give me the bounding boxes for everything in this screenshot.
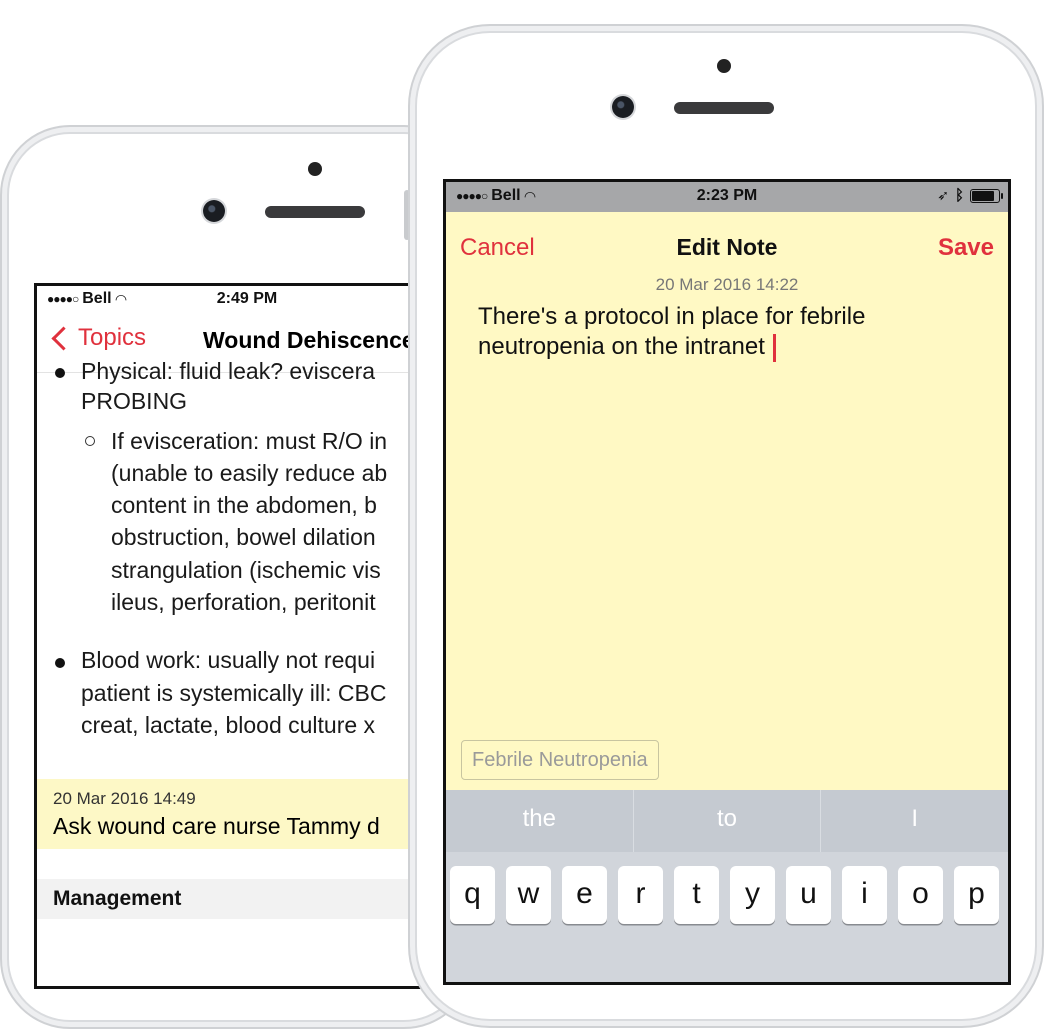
earpiece-speaker <box>674 102 774 114</box>
back-button-label: Topics <box>78 324 147 351</box>
content-line: obstruction, bowel dilation <box>111 524 376 550</box>
front-phone-screen: ●●●●○ Bell ◠ 2:23 PM ➶ ᛒ Cancel Edit Not… <box>443 179 1011 985</box>
key-t[interactable]: t <box>674 866 719 924</box>
suggestion-item[interactable]: the <box>446 790 634 852</box>
save-button[interactable]: Save <box>938 234 994 262</box>
key-e[interactable]: e <box>562 866 607 924</box>
location-arrow-icon: ➶ <box>937 187 949 203</box>
content-line: patient is systemically ill: CBC <box>81 680 387 706</box>
status-time: 2:49 PM <box>216 290 278 307</box>
content-line: If evisceration: must R/O in <box>111 428 388 454</box>
content-line: content in the abdomen, b <box>111 492 377 518</box>
key-u[interactable]: u <box>786 866 831 924</box>
text-cursor <box>772 333 776 362</box>
back-button[interactable]: Topics <box>49 324 146 352</box>
keyboard-row: q w e r t y u i o p <box>450 866 999 924</box>
content-line: (unable to easily reduce ab <box>111 460 388 486</box>
section-header: Management <box>37 879 457 919</box>
bullet <box>55 368 65 378</box>
keyboard: the to I q w e r t y u i o p <box>446 790 1008 982</box>
status-time: 2:23 PM <box>696 187 758 204</box>
status-bar: ●●●●○ Bell ◠ 2:49 PM <box>37 288 457 312</box>
chevron-left-icon <box>51 325 76 351</box>
key-o[interactable]: o <box>898 866 943 924</box>
key-q[interactable]: q <box>450 866 495 924</box>
front-camera <box>612 96 634 118</box>
note-text-input[interactable]: There's a protocol in place for febrile … <box>478 302 948 362</box>
content-line: strangulation (ischemic vis <box>111 557 381 583</box>
key-r[interactable]: r <box>618 866 663 924</box>
bluetooth-icon: ᛒ <box>954 187 964 204</box>
key-i[interactable]: i <box>842 866 887 924</box>
content-line: Blood work: usually not requi <box>81 647 376 673</box>
battery-icon <box>970 188 1003 203</box>
note-editor: Cancel Edit Note Save 20 Mar 2016 14:22 … <box>446 212 1008 790</box>
proximity-sensor <box>717 59 731 73</box>
proximity-sensor <box>308 162 322 176</box>
note-line: neutropenia on the intranet <box>478 333 765 360</box>
predictive-suggestions: the to I <box>446 790 1008 852</box>
content-line: Physical: fluid leak? eviscera <box>81 358 376 384</box>
sub-bullet <box>85 436 95 446</box>
section-title: Management <box>53 887 182 910</box>
content-line: PROBING <box>81 388 188 414</box>
key-y[interactable]: y <box>730 866 775 924</box>
page-title: Wound Dehiscence <box>203 327 415 353</box>
page-title: Edit Note <box>676 234 778 260</box>
front-camera <box>203 200 225 222</box>
status-bar: ●●●●○ Bell ◠ 2:23 PM ➶ ᛒ <box>446 182 1008 212</box>
key-p[interactable]: p <box>954 866 999 924</box>
key-w[interactable]: w <box>506 866 551 924</box>
note-card[interactable]: 20 Mar 2016 14:49 Ask wound care nurse T… <box>37 779 457 849</box>
note-text: Ask wound care nurse Tammy d <box>53 813 380 839</box>
bullet <box>55 658 65 668</box>
note-date: 20 Mar 2016 14:49 <box>53 789 196 808</box>
suggestion-item[interactable]: to <box>634 790 822 852</box>
suggestion-item[interactable]: I <box>821 790 1008 852</box>
content-line: creat, lactate, blood culture x <box>81 712 376 738</box>
back-phone-screen: ●●●●○ Bell ◠ 2:49 PM Topics Wound Dehisc… <box>34 283 460 989</box>
note-date: 20 Mar 2016 14:22 <box>655 275 799 294</box>
earpiece-speaker <box>265 206 365 218</box>
note-line: There's a protocol in place for febrile <box>478 303 866 330</box>
content-line: ileus, perforation, peritonit <box>111 589 376 615</box>
topic-tag[interactable]: Febrile Neutropenia <box>461 740 659 780</box>
